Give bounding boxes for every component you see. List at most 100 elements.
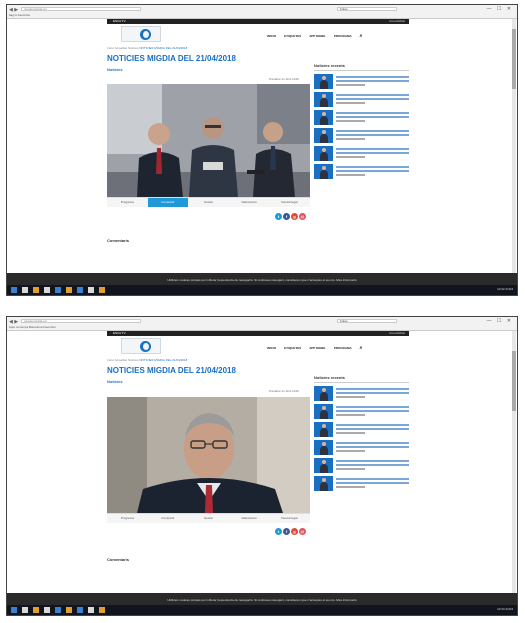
breadcrumb-trail[interactable]: Inicio Actualitat Noticies — [107, 46, 139, 50]
windows-start-icon[interactable] — [11, 287, 17, 293]
main-nav: INICIO ETIQUETES APP MOBIL PROGRAMA ⌕ — [267, 345, 362, 351]
toolbar-descarregar-button[interactable]: Descarregar — [269, 198, 310, 207]
search-icon[interactable]: ⌕ — [360, 33, 363, 39]
windows-start-icon[interactable] — [11, 607, 17, 613]
list-item[interactable] — [314, 458, 409, 473]
app-icon[interactable] — [88, 607, 94, 613]
app-icon[interactable] — [33, 607, 39, 613]
google-plus-icon[interactable]: g — [291, 528, 298, 535]
site-header: INICIO ETIQUETES APP MOBIL PROGRAMA ⌕ — [107, 336, 409, 356]
video-frame-panel — [107, 84, 310, 197]
app-icon[interactable] — [55, 287, 61, 293]
twitter-icon[interactable]: t — [275, 213, 282, 220]
site-logo[interactable] — [121, 338, 161, 354]
app-icon[interactable] — [99, 607, 105, 613]
mail-icon[interactable]: @ — [299, 528, 306, 535]
thumbnail-image — [314, 476, 333, 491]
google-plus-icon[interactable]: g — [291, 213, 298, 220]
nav-item-etiquetes[interactable]: ETIQUETES — [284, 34, 301, 38]
window-controls-icon[interactable]: — ☐ ✕ — [487, 318, 513, 324]
nav-item-app[interactable]: APP MOBIL — [309, 346, 326, 350]
page-scrollbar[interactable] — [512, 19, 516, 274]
nav-item-programa[interactable]: PROGRAMA — [334, 346, 352, 350]
nav-item-etiquetes[interactable]: ETIQUETES — [284, 346, 301, 350]
thumbnail-image — [314, 146, 333, 161]
list-item[interactable] — [314, 404, 409, 419]
toolbar-valoracions-button[interactable]: Valoracions — [229, 198, 270, 207]
app-icon[interactable] — [55, 607, 61, 613]
list-item[interactable] — [314, 440, 409, 455]
facebook-icon[interactable]: f — [283, 213, 290, 220]
page-scrollbar[interactable] — [512, 331, 516, 593]
app-icon[interactable] — [44, 287, 50, 293]
toolbar-gustar-button[interactable]: Gustar — [188, 514, 229, 523]
os-taskbar: 13:32 21/04 — [7, 285, 517, 295]
list-item[interactable] — [314, 386, 409, 401]
app-icon[interactable] — [66, 607, 72, 613]
share-buttons: t f g @ — [275, 528, 306, 535]
address-bar[interactable]: ravaterestatat.ag — [21, 7, 141, 11]
site-logo[interactable] — [121, 26, 161, 42]
video-toolbar: Programa Compartir Gustar Valoracions De… — [107, 197, 310, 207]
thumbnail-image — [314, 74, 333, 89]
list-item[interactable] — [314, 74, 409, 89]
app-icon[interactable] — [77, 607, 83, 613]
app-icon[interactable] — [66, 287, 72, 293]
sidebar-title: Noticies recents — [314, 63, 409, 71]
list-item[interactable] — [314, 128, 409, 143]
nav-item-app[interactable]: APP MOBIL — [309, 34, 326, 38]
video-player[interactable] — [107, 84, 310, 197]
toolbar-programa-button[interactable]: Programa — [107, 514, 148, 523]
list-item[interactable] — [314, 146, 409, 161]
scrollbar-thumb[interactable] — [512, 29, 516, 89]
thumbnail-image — [314, 458, 333, 473]
browser-tab[interactable]: Fotos — [337, 7, 397, 11]
app-icon[interactable] — [33, 287, 39, 293]
breadcrumb-trail[interactable]: Inicio Actualitat Noticies — [107, 358, 139, 362]
app-icon[interactable] — [44, 607, 50, 613]
toolbar-valoracions-button[interactable]: Valoracions — [229, 514, 270, 523]
search-icon[interactable]: ⌕ — [360, 345, 363, 351]
nav-item-inicio[interactable]: INICIO — [267, 34, 276, 38]
app-icon[interactable] — [77, 287, 83, 293]
window-controls-icon[interactable]: — ☐ ✕ — [487, 6, 513, 12]
list-item[interactable] — [314, 92, 409, 107]
app-icon[interactable] — [22, 287, 28, 293]
taskbar-clock[interactable]: 13:33 21/04 — [497, 607, 513, 611]
list-item[interactable] — [314, 164, 409, 179]
list-item[interactable] — [314, 110, 409, 125]
list-item[interactable] — [314, 422, 409, 437]
video-player[interactable] — [107, 397, 310, 513]
toolbar-gustar-button[interactable]: Gustar — [188, 198, 229, 207]
app-icon[interactable] — [99, 287, 105, 293]
sidebar-recent: Noticies recents — [314, 375, 409, 494]
app-icon[interactable] — [88, 287, 94, 293]
taskbar-apps — [11, 607, 105, 613]
site-header: INICIO ETIQUETES APP MOBIL PROGRAMA ⌕ — [107, 24, 409, 44]
favorites-bar[interactable]: ltag ls Favoritos — [9, 13, 30, 17]
facebook-icon[interactable]: f — [283, 528, 290, 535]
app-icon[interactable] — [22, 607, 28, 613]
video-toolbar: Programa Compartir Gustar Valoracions De… — [107, 513, 310, 523]
thumbnail-image — [314, 128, 333, 143]
address-bar[interactable]: ravaterestatat.ag — [21, 319, 141, 323]
toolbar-programa-button[interactable]: Programa — [107, 198, 148, 207]
toolbar-compartir-button[interactable]: Compartir — [148, 514, 189, 523]
publish-date: Dissabte 21 abril 2018 — [269, 389, 299, 393]
comments-title: Comentaris — [107, 238, 130, 243]
nav-item-programa[interactable]: PROGRAMA — [334, 34, 352, 38]
toolbar-compartir-button[interactable]: Compartir — [147, 198, 189, 207]
thumbnail-image — [314, 110, 333, 125]
mail-icon[interactable]: @ — [299, 213, 306, 220]
section-link[interactable]: Noticies — [107, 67, 123, 72]
list-item[interactable] — [314, 476, 409, 491]
section-link[interactable]: Noticies — [107, 379, 123, 384]
twitter-icon[interactable]: t — [275, 528, 282, 535]
browser-tab[interactable]: Fotos — [337, 319, 397, 323]
scrollbar-thumb[interactable] — [512, 351, 516, 411]
nav-item-inicio[interactable]: INICIO — [267, 346, 276, 350]
favorites-bar[interactable]: Aquí comença Barcelona Favoritos — [9, 325, 56, 329]
toolbar-descarregar-button[interactable]: Descarregar — [269, 514, 310, 523]
browser-toolbar: ◀ ▶ ravaterestatat.ag Fotos — ☐ ✕ ltag l… — [7, 5, 517, 19]
taskbar-clock[interactable]: 13:32 21/04 — [497, 287, 513, 291]
